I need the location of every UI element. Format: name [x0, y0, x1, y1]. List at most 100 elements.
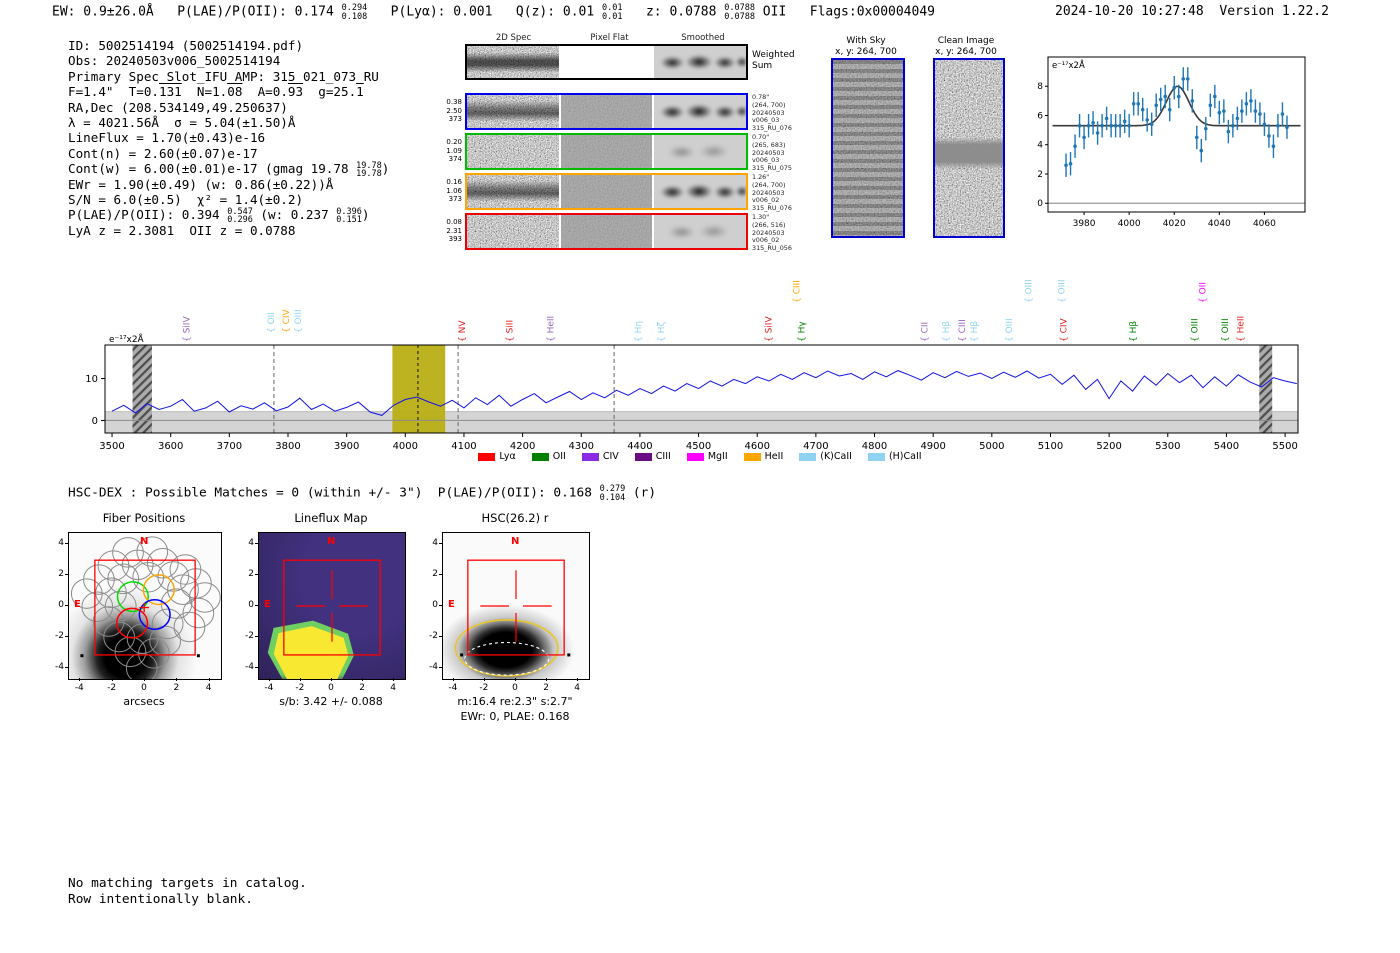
- legend-swatch: [478, 452, 496, 461]
- legend-label: CIV: [602, 451, 619, 462]
- weighted-sum-label: Weighted Sum: [752, 50, 795, 71]
- info-line: EWr = 1.90(±0.49) (w: 0.86(±0.22))Å: [68, 177, 389, 192]
- text-segment: P(Lyα): 0.001 Q(z): 0.01: [367, 4, 603, 20]
- y-tick-label: -2: [429, 631, 438, 642]
- col-header-2dspec: 2D Spec: [495, 33, 532, 43]
- x-tick-mark: [111, 678, 113, 681]
- line-label-CIII: { CIII: [792, 280, 802, 303]
- y-tick-label: 4: [248, 537, 254, 548]
- withsky-coords: x, y: 264, 700: [835, 47, 897, 57]
- info-line: S/N = 6.0(±0.5) χ² = 1.4(±0.2): [68, 192, 389, 207]
- info-line: P(LAE)/P(OII): 0.394 0.547 0.296 (w: 0.23…: [68, 207, 389, 224]
- compass-north-label: N: [327, 536, 336, 547]
- line-label-Hβ: { Hβ: [1129, 321, 1139, 342]
- lineflux-map-cutout: Lineflux Map N E s/b: 3.42 +/- 0.088 -4-…: [230, 505, 440, 720]
- info-line: F=1.4" T=0.131 N=1.08 A=0.93 g=25.1: [68, 84, 389, 99]
- svg-text:e⁻¹⁷x2Å: e⁻¹⁷x2Å: [109, 333, 145, 345]
- text-segment: Primary Spec_Slot_IFU_AMP: 315_021_073_R…: [68, 68, 379, 84]
- svg-text:4020: 4020: [1163, 219, 1186, 229]
- fiber-positions-overlay: [70, 536, 221, 679]
- line-label-CIII: { CIII: [958, 319, 968, 342]
- annotation-line: 315_RU_056: [752, 244, 792, 253]
- x-tick-label: -2: [479, 683, 489, 693]
- x-tick-label: 0: [141, 683, 147, 693]
- x-tick-mark: [268, 678, 270, 681]
- y-tick-mark: [255, 542, 258, 544]
- fiber-pixelflat-cell: [560, 135, 653, 168]
- withsky-title-text: With Sky: [846, 36, 886, 46]
- withsky-noise: [833, 60, 903, 236]
- fiber-positions-cutout: Fiber Positions N E arcsecs -4 -4 -2 -2 0 0 2 2…: [40, 505, 250, 720]
- fiber-2dspec-cell: [467, 95, 559, 128]
- info-line: λ = 4021.56Å σ = 5.04(±1.50)Å: [68, 115, 389, 130]
- cleanimage-coords: x, y: 264, 700: [935, 47, 997, 57]
- x-tick-mark: [362, 678, 364, 681]
- y-tick-mark: [255, 636, 258, 638]
- x-tick-label: 2: [173, 683, 180, 693]
- y-tick-mark: [439, 605, 442, 606]
- weighted-pixelflat-cell: [560, 46, 653, 78]
- fiber-2dspec-cell: [467, 135, 559, 168]
- cleanimage-midband: [935, 60, 1003, 236]
- svg-text:e⁻¹⁷x2Å: e⁻¹⁷x2Å: [1052, 59, 1085, 71]
- legend-swatch: [867, 452, 885, 461]
- footer-line-1: No matching targets in catalog.: [68, 876, 307, 891]
- stacked-uncertainty: 0.0788 0.0788: [724, 3, 755, 22]
- main-spectrum-plot: 3500 3600 3700 3800 3900 4000 4100 4200 4300 4400…: [85, 279, 1299, 452]
- legend-item-CIV: CIV: [581, 451, 619, 462]
- legend-item-Lyα: Lyα: [478, 451, 516, 462]
- fiber-pixelflat-cell: [560, 95, 653, 128]
- svg-text:6: 6: [1037, 111, 1043, 121]
- line-label-Hβ: { Hβ: [942, 321, 952, 342]
- line-label-OIII: { OIII: [1025, 279, 1035, 303]
- y-tick-label: 0: [432, 600, 438, 610]
- line-fit-inset-plot: 3980 4000 4020 4040 4060 0 2 4 6 8 e⁻¹⁷x2Å: [1037, 56, 1306, 229]
- text-segment: N=1.: [181, 84, 228, 100]
- legend-swatch: [799, 452, 817, 461]
- text-segment: OII Flags:0x00004049: [754, 4, 935, 20]
- fiber-2dspec-cell: [467, 175, 559, 208]
- y-tick-label: -4: [429, 662, 438, 673]
- svg-text:4: 4: [1037, 141, 1043, 151]
- legend-swatch: [531, 452, 549, 461]
- weighted-sum-row: [465, 44, 748, 80]
- x-tick-mark: [452, 678, 454, 681]
- y-tick-label: 0: [58, 600, 64, 610]
- text-segment: (r): [625, 485, 657, 501]
- x-tick-mark: [393, 678, 395, 681]
- legend-swatch: [634, 452, 652, 461]
- line-label-Hζ: { Hζ: [657, 322, 667, 342]
- trace-band: [467, 95, 559, 128]
- text-segment: A=0.: [242, 84, 288, 100]
- legend-swatch: [581, 452, 599, 461]
- legend-label: CIII: [655, 451, 671, 462]
- cleanimage-title: Clean Image x, y: 264, 700: [921, 36, 1011, 58]
- weighted-smoothed-cell: [654, 46, 747, 78]
- hsc-overlay: [454, 559, 571, 677]
- text-segment: S/N = 6.0(±0.5) χ² = 1.4(±0.2): [68, 191, 304, 207]
- lineflux-overlay: [283, 559, 381, 656]
- x-tick-mark: [546, 678, 548, 681]
- x-tick-mark: [483, 678, 485, 681]
- y-tick-label: 2: [58, 568, 64, 579]
- x-tick-mark: [577, 678, 579, 681]
- svg-text:2: 2: [1037, 170, 1043, 180]
- info-line: Cont(n) = 2.60(±0.07)e-17: [68, 146, 389, 161]
- info-line: LineFlux = 1.70(±0.43)e-16: [68, 130, 389, 145]
- line-label-OIII: { OIII: [1058, 279, 1068, 303]
- fiber-xaxis-label: arcsecs: [123, 695, 165, 708]
- text-segment: LyA z = 2.3081 OII z = 0.0788: [68, 222, 296, 238]
- y-tick-label: 4: [58, 537, 64, 548]
- hsc-mag-label: m:16.4 re:2.3" s:2.7": [457, 695, 573, 708]
- x-tick-label: -2: [295, 683, 305, 693]
- legend-item-MgII: MgII: [686, 451, 728, 462]
- text-segment: P(LAE)/P(OII): 0.174: [177, 4, 342, 20]
- svg-text:4040: 4040: [1208, 219, 1231, 229]
- text-segment: z: 0.0788: [622, 4, 725, 20]
- y-tick-mark: [439, 636, 442, 638]
- line-label-OIII: { OIII: [294, 309, 304, 333]
- info-line: Cont(w) = 6.00(±0.01)e-17 (gmag 19.78 19…: [68, 161, 389, 178]
- weighted-2dspec-cell: [467, 46, 559, 78]
- y-tick-label: -2: [55, 631, 64, 642]
- text-segment: HSC-DEX : Possible Matches = 0 (within +…: [68, 485, 600, 501]
